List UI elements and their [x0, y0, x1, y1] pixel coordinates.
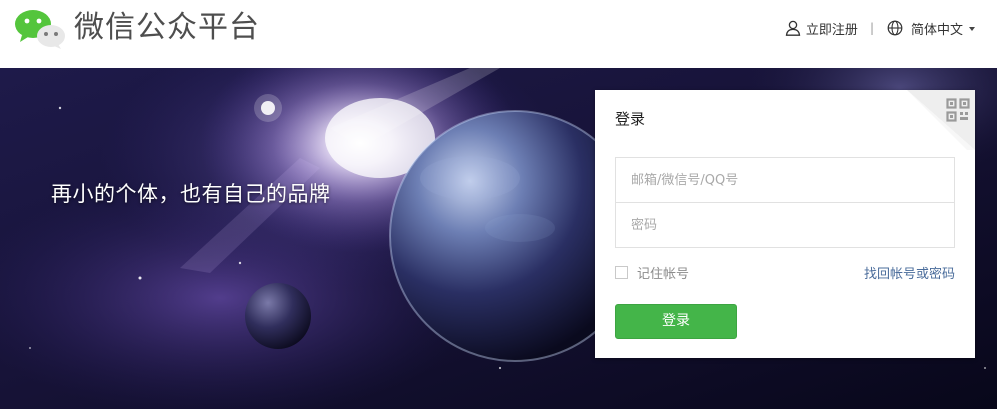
login-title: 登录 [615, 110, 646, 128]
register-label: 立即注册 [805, 22, 858, 38]
password-input[interactable] [616, 203, 954, 247]
remember-checkbox[interactable] [615, 266, 628, 279]
qr-code-icon[interactable] [907, 90, 975, 150]
brand-title: 微信公众平台 [74, 10, 260, 45]
header-separator: | [869, 21, 874, 35]
login-panel: 登录 记住帐号 找回帐号或密码 登录 [595, 90, 975, 358]
credentials-group [615, 157, 955, 248]
language-label: 简体中文 [910, 22, 963, 38]
remember-label: 记住帐号 [637, 267, 690, 282]
globe-icon [887, 20, 903, 36]
wechat-official-platform-login-page: 微信公众平台 立即注册 | 简体中文 再小的个体，也有自己的品牌 登录 邮箱/微… [0, 0, 997, 409]
top-header: 微信公众平台 立即注册 | 简体中文 [0, 0, 997, 68]
language-selector[interactable]: 简体中文 [887, 19, 975, 38]
header-actions: 立即注册 | 简体中文 [785, 17, 975, 39]
hero-slogan: 再小的个体，也有自己的品牌 [51, 182, 331, 206]
chevron-down-icon [969, 26, 975, 31]
wechat-logo-icon[interactable] [14, 9, 66, 49]
forgot-account-link[interactable]: 找回帐号或密码 [864, 263, 955, 282]
remember-account[interactable]: 记住帐号 [615, 263, 689, 282]
account-input[interactable] [616, 158, 954, 202]
user-icon [785, 20, 801, 36]
login-button[interactable]: 登录 [615, 304, 737, 339]
register-link[interactable]: 立即注册 [785, 19, 858, 38]
